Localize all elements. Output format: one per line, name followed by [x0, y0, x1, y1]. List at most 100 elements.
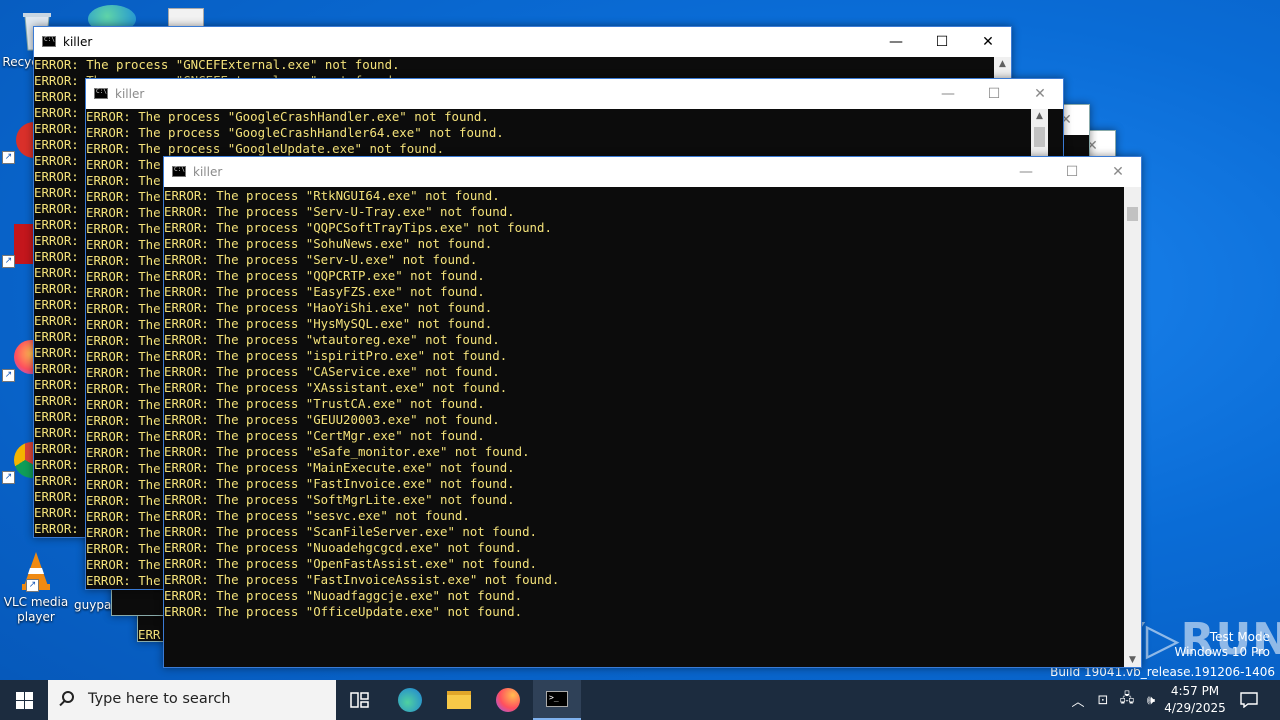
windows-logo-icon — [15, 691, 33, 709]
taskbar: Type here to search >_ ︿ ⊡ 🖧 🕪 4:57 PM 4… — [0, 680, 1280, 720]
minimize-button[interactable]: — — [873, 27, 919, 57]
taskbar-clock[interactable]: 4:57 PM 4/29/2025 — [1160, 683, 1230, 717]
console-line: ERROR: The process "QQPCSoftTrayTips.exe… — [164, 220, 552, 235]
shortcut-arrow-icon: ↗ — [2, 369, 15, 382]
console-line: ERROR: The process "Nuoadehgcgcd.exe" no… — [164, 540, 523, 555]
clock-date: 4/29/2025 — [1164, 701, 1226, 715]
window-title: killer — [115, 87, 145, 101]
title-bar[interactable]: killer — ☐ ✕ — [34, 27, 1011, 57]
usb-device-icon: ⊡ — [1097, 692, 1109, 708]
console-line: ERROR: The process "FastInvoiceAssist.ex… — [164, 572, 560, 587]
network-icon: 🖧 — [1119, 691, 1135, 706]
scroll-thumb[interactable] — [1034, 127, 1045, 147]
console-line: ERROR: The process "ScanFileServer.exe" … — [164, 524, 537, 539]
close-button[interactable]: ✕ — [1017, 79, 1063, 109]
desktop-icon-acrobat[interactable]: ↗ — [0, 224, 34, 271]
watermark-line: Windows 10 Pro — [1174, 645, 1270, 659]
console-line: ERROR: The process "wtautoreg.exe" not f… — [164, 332, 500, 347]
console-line: ERROR: The process "HysMySQL.exe" not fo… — [164, 316, 493, 331]
tray-network-icon[interactable]: 🖧 — [1116, 680, 1138, 720]
console-output: ERR ERR — [112, 595, 157, 615]
test-mode-watermark: Test Mode Windows 10 Pro — [1174, 630, 1270, 660]
window-title: killer — [193, 165, 223, 179]
console-line: ERROR: The process "HaoYiShi.exe" not fo… — [164, 300, 493, 315]
tray-volume-icon[interactable]: 🕪 — [1140, 680, 1162, 720]
close-button[interactable]: ✕ — [965, 27, 1011, 57]
desktop-icon-vlc[interactable]: ↗ VLC media player — [1, 548, 71, 625]
console-line: ERROR: The process "Serv-U.exe" not foun… — [164, 252, 478, 267]
minimize-button[interactable]: — — [925, 79, 971, 109]
desktop-icon-ccleaner[interactable]: ↗ — [0, 120, 36, 167]
cmd-icon — [42, 36, 56, 47]
search-icon — [62, 691, 74, 703]
chrome-icon: ↗ — [0, 440, 36, 484]
console-line: ERROR: The process "ispiritPro.exe" not … — [164, 348, 508, 363]
shortcut-arrow-icon: ↗ — [26, 579, 39, 592]
shortcut-arrow-icon: ↗ — [2, 255, 15, 268]
maximize-button[interactable]: ☐ — [971, 79, 1017, 109]
search-placeholder: Type here to search — [88, 691, 231, 707]
title-bar[interactable]: killer — ☐ ✕ — [164, 157, 1141, 187]
desktop-icon-firefox[interactable]: ↗ — [0, 338, 36, 385]
speaker-icon: 🕪 — [1146, 692, 1156, 708]
cmd-icon — [94, 88, 108, 99]
console-line: ERROR: The process "FastInvoice.exe" not… — [164, 476, 515, 491]
scroll-up-icon[interactable]: ▲ — [994, 59, 1011, 69]
console-line: ERROR: The process "GoogleCrashHandler64… — [86, 125, 504, 140]
console-line: ERROR: The process "GNCEFExternal.exe" n… — [34, 57, 400, 72]
console-line: ERROR: The process "SoftMgrLite.exe" not… — [164, 492, 515, 507]
console-window-3[interactable]: killer — ☐ ✕ ERROR: The process "RtkNGUI… — [163, 156, 1142, 668]
console-line: ERROR: The process "GEUU20003.exe" not f… — [164, 412, 500, 427]
title-bar[interactable]: killer — ☐ ✕ — [86, 79, 1063, 109]
console-line: ERROR: The process "GoogleUpdate.exe" no… — [86, 141, 445, 156]
close-button[interactable]: ✕ — [1095, 157, 1141, 187]
console-line: ERROR: The process "Serv-U-Tray.exe" not… — [164, 204, 515, 219]
ccleaner-icon: ↗ — [0, 120, 36, 164]
taskbar-cmd[interactable]: >_ — [533, 680, 581, 720]
console-body[interactable]: ERROR: The process "RtkNGUI64.exe" not f… — [164, 187, 1141, 667]
cmd-icon — [172, 166, 186, 177]
firefox-icon: ↗ — [0, 338, 36, 382]
tray-device-icon[interactable]: ⊡ — [1092, 680, 1114, 720]
scroll-thumb[interactable] — [1127, 207, 1138, 221]
console-line: ERROR: The process "SohuNews.exe" not fo… — [164, 236, 493, 251]
task-view-button[interactable] — [336, 680, 384, 720]
window-title: killer — [63, 35, 93, 49]
vertical-scrollbar[interactable]: ▼ — [1124, 187, 1141, 667]
console-output: ERROR: The process "RtkNGUI64.exe" not f… — [164, 188, 559, 620]
taskbar-search-box[interactable]: Type here to search — [48, 680, 336, 720]
console-line: ERROR: The process "OfficeUpdate.exe" no… — [164, 604, 523, 619]
watermark-line: Test Mode — [1209, 630, 1270, 644]
taskbar-edge[interactable] — [386, 680, 434, 720]
console-line: ERROR: The process "RtkNGUI64.exe" not f… — [164, 188, 500, 203]
start-button[interactable] — [0, 680, 48, 720]
desktop-icon-guypa[interactable]: guypa — [74, 598, 114, 613]
desktop-icon-chrome[interactable]: ↗ — [0, 440, 36, 487]
taskbar-firefox[interactable] — [484, 680, 532, 720]
console-line: ERROR: The process "OpenFastAssist.exe" … — [164, 556, 537, 571]
console-line: ERROR: The process "CAService.exe" not f… — [164, 364, 500, 379]
console-line: ERROR: The process "QQPCRTP.exe" not fou… — [164, 268, 485, 283]
desktop-icon-label: VLC media player — [3, 595, 69, 624]
maximize-button[interactable]: ☐ — [919, 27, 965, 57]
folder-icon — [447, 691, 471, 709]
notification-icon — [1240, 692, 1258, 708]
console-line: ERROR: The process "EasyFZS.exe" not fou… — [164, 284, 485, 299]
show-hidden-icons-button[interactable]: ︿ — [1068, 680, 1088, 720]
chevron-up-icon: ︿ — [1071, 694, 1085, 710]
console-line: ERROR: The process "MainExecute.exe" not… — [164, 460, 515, 475]
edge-icon — [398, 688, 422, 712]
taskbar-file-explorer[interactable] — [435, 680, 483, 720]
maximize-button[interactable]: ☐ — [1049, 157, 1095, 187]
scroll-down-icon[interactable]: ▼ — [1124, 655, 1141, 665]
console-line: ERROR: The process "GoogleCrashHandler.e… — [86, 109, 489, 124]
console-line: ERROR: The process "CertMgr.exe" not fou… — [164, 428, 485, 443]
minimize-button[interactable]: — — [1003, 157, 1049, 187]
action-center-button[interactable] — [1232, 680, 1266, 720]
acrobat-icon: ↗ — [0, 224, 34, 268]
shortcut-arrow-icon: ↗ — [2, 151, 15, 164]
cmd-icon: >_ — [546, 691, 568, 707]
scroll-up-icon[interactable]: ▲ — [1031, 111, 1048, 121]
firefox-icon — [496, 688, 520, 712]
console-line: ERROR: The process "sesvc.exe" not found… — [164, 508, 470, 523]
